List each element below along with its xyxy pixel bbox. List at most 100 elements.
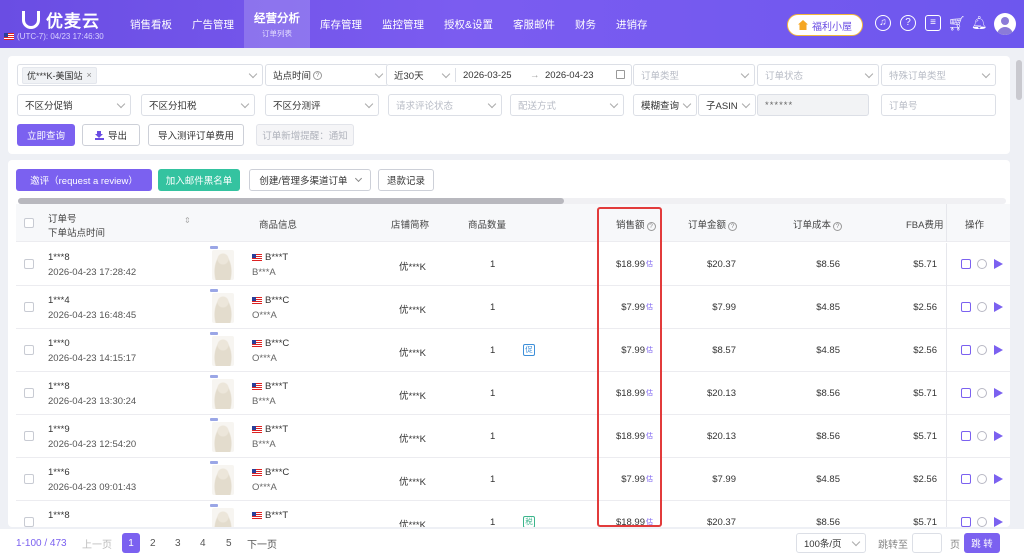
product-thumbnail[interactable] [210,246,234,280]
message-icon[interactable]: ≡ [925,15,941,31]
review-status-select[interactable]: 请求评论状态 [388,94,502,116]
product-thumbnail[interactable] [210,504,234,527]
send-icon[interactable] [994,302,1003,312]
product-asin[interactable]: B***C [252,467,289,478]
product-thumbnail[interactable] [210,461,234,495]
nav-inventory[interactable]: 库存管理 [310,0,372,48]
product-thumbnail[interactable] [210,289,234,323]
row-checkbox[interactable] [24,345,34,355]
product-asin[interactable]: B***C [252,338,289,349]
select-all-checkbox[interactable] [24,218,34,228]
table-row[interactable]: 1***6 2026-04-23 09:01:43 B***C O***A 优***K 1… [16,458,1010,501]
detail-icon[interactable] [961,302,971,312]
email-icon[interactable] [977,345,987,355]
product-thumbnail[interactable] [210,332,234,366]
send-icon[interactable] [994,345,1003,355]
table-row[interactable]: 1***9 2026-04-23 12:54:20 B***T B***A 优***K 1… [16,415,1010,458]
order-no[interactable]: 1***6 [48,467,70,478]
send-icon[interactable] [994,388,1003,398]
detail-icon[interactable] [961,388,971,398]
promo-select[interactable]: 不区分促销 [17,94,131,116]
email-icon[interactable] [977,302,987,312]
detail-icon[interactable] [961,431,971,441]
detail-icon[interactable] [961,259,971,269]
email-icon[interactable] [977,474,987,484]
order-status-select[interactable]: 订单状态 [757,64,879,86]
jump-page-input[interactable] [912,533,942,553]
row-checkbox[interactable] [24,259,34,269]
page-4-button[interactable]: 4 [200,533,206,553]
date-range-picker[interactable]: 近30天 2026-03-25 → 2026-04-23 [386,64,632,86]
table-row[interactable]: 1***8 2026-04-23 13:30:24 B***T B***A 优***K 1… [16,372,1010,415]
date-from[interactable]: 2026-03-25 [463,70,512,81]
review-select[interactable]: 不区分测评 [265,94,379,116]
email-icon[interactable] [977,388,987,398]
welfare-house-button[interactable]: 福利小屋 [787,14,863,36]
nav-finance[interactable]: 财务 [565,0,606,48]
order-no[interactable]: 1***4 [48,295,70,306]
nav-monitoring[interactable]: 监控管理 [372,0,434,48]
send-icon[interactable] [994,474,1003,484]
nav-purchase-sales-stock[interactable]: 进销存 [606,0,658,48]
page-5-button[interactable]: 5 [226,533,232,553]
product-asin[interactable]: B***T [252,381,288,392]
delivery-select[interactable]: 配送方式 [510,94,624,116]
multichannel-order-button[interactable]: 创建/管理多渠道订单 [249,169,371,191]
prev-page-button[interactable]: 上一页 [82,533,112,553]
store-select[interactable]: 优***K-美国站 × [17,64,263,86]
query-button[interactable]: 立即查询 [17,124,75,146]
order-type-select[interactable]: 订单类型 [633,64,755,86]
close-icon[interactable]: × [87,70,92,80]
add-email-blacklist-button[interactable]: 加入邮件黑名单 [158,169,240,191]
page-1-button[interactable]: 1 [122,533,140,553]
time-type-select[interactable]: 站点时间? [265,64,389,86]
email-icon[interactable] [977,517,987,527]
tax-select[interactable]: 不区分扣税 [141,94,255,116]
match-mode-select[interactable]: 模糊查询 [633,94,697,116]
jump-button[interactable]: 跳 转 [964,533,1000,553]
order-no[interactable]: 1***8 [48,252,70,263]
product-thumbnail[interactable] [210,418,234,452]
row-checkbox[interactable] [24,517,34,527]
product-asin[interactable]: B***C [252,295,289,306]
table-row[interactable]: 1***8 2026-04-23 17:28:42 B***T B***A 优***K 1… [16,243,1010,286]
table-row[interactable]: 1***8 B***T 优***K 1 税 $18.99估 $20.37 $8.56 $5.71 [16,501,1010,527]
bell-icon[interactable]: 🔔︎ [971,15,988,31]
order-no-input[interactable]: 订单号 [881,94,996,116]
order-notify-button[interactable]: 订单新增提醒：通知 [256,124,354,146]
cart-icon[interactable]: 🛒︎ [948,15,966,31]
send-icon[interactable] [994,431,1003,441]
product-asin[interactable]: B***T [252,424,288,435]
avatar[interactable] [994,13,1016,35]
date-to[interactable]: 2026-04-23 [545,70,594,81]
page-size-select[interactable]: 100条/页 [796,533,866,553]
row-checkbox[interactable] [24,388,34,398]
order-no[interactable]: 1***8 [48,381,70,392]
next-page-button[interactable]: 下一页 [247,533,277,553]
table-row[interactable]: 1***0 2026-04-23 14:15:17 B***C O***A 优***K 1… [16,329,1010,372]
nav-business-analysis[interactable]: 经营分析 订单列表 [244,0,310,48]
import-review-cost-button[interactable]: 导入测评订单费用 [148,124,244,146]
email-icon[interactable] [977,431,987,441]
headset-icon[interactable]: ♫ [875,15,891,31]
export-button[interactable]: 导出 [82,124,140,146]
row-checkbox[interactable] [24,474,34,484]
detail-icon[interactable] [961,345,971,355]
help-icon[interactable]: ? [900,15,916,31]
vertical-scrollbar[interactable] [1016,60,1022,100]
send-icon[interactable] [994,259,1003,269]
row-checkbox[interactable] [24,302,34,312]
order-no[interactable]: 1***0 [48,338,70,349]
email-icon[interactable] [977,259,987,269]
search-input[interactable]: ****** [757,94,869,116]
product-asin[interactable]: B***T [252,510,288,521]
row-checkbox[interactable] [24,431,34,441]
detail-icon[interactable] [961,474,971,484]
nav-service-email[interactable]: 客服邮件 [503,0,565,48]
order-no[interactable]: 1***9 [48,424,70,435]
send-icon[interactable] [994,517,1003,527]
sort-icon[interactable]: ⇕ [184,216,191,225]
order-no[interactable]: 1***8 [48,510,70,521]
nav-sales-dashboard[interactable]: 销售看板 [120,0,182,48]
table-row[interactable]: 1***4 2026-04-23 16:48:45 B***C O***A 优***K 1… [16,286,1010,329]
